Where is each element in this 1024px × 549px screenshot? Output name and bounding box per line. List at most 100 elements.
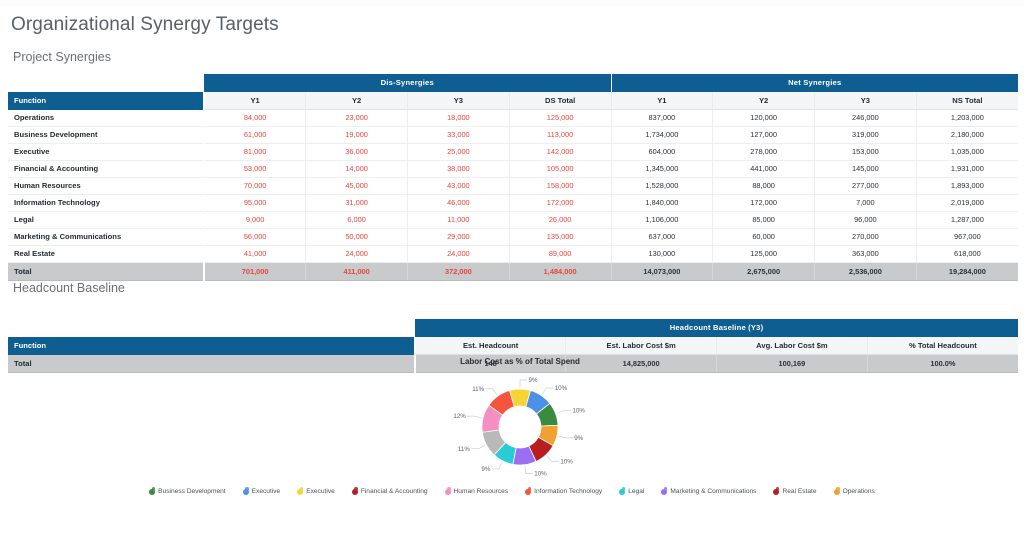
legend-color-dot-icon xyxy=(773,487,780,495)
donut-segment-label: 9% xyxy=(574,435,583,442)
table-cell: 441,000 xyxy=(712,160,815,178)
table-cell: 1,035,000 xyxy=(916,143,1018,161)
table-cell: 2,019,000 xyxy=(916,194,1018,212)
total-cell: 372,000 xyxy=(407,262,510,281)
table-cell: 33,000 xyxy=(407,126,510,144)
column-header-ns-total[interactable]: NS Total xyxy=(916,92,1018,110)
donut-segment-label: 9% xyxy=(529,377,538,384)
column-header-y3[interactable]: Y3 xyxy=(407,92,510,110)
legend-item[interactable]: Legal xyxy=(619,487,645,495)
table-row: Marketing & Communications 56,000 50,000 29… xyxy=(8,228,1018,246)
legend-item[interactable]: Executive xyxy=(297,487,335,495)
table-cell: 31,000 xyxy=(305,194,408,212)
table-cell: 26,000 xyxy=(509,211,612,229)
column-header-y3[interactable]: Y3 xyxy=(814,92,917,110)
table-cell: 1,893,000 xyxy=(916,177,1018,195)
legend-item[interactable]: Business Development xyxy=(149,487,226,495)
table-row: Operations 84,000 23,000 18,000 125,000 837,0… xyxy=(8,109,1018,127)
group-header-dis-synergies: Dis-Synergies xyxy=(204,74,612,92)
column-header-function[interactable]: Function xyxy=(8,337,416,355)
legend-item[interactable]: Operations xyxy=(833,487,875,495)
table-cell: 43,000 xyxy=(407,177,510,195)
donut-segment-label: 10% xyxy=(573,408,586,415)
table-cell: 29,000 xyxy=(407,228,510,246)
table-row: Business Development 61,000 19,000 33,000 11… xyxy=(8,126,1018,144)
table-cell: 277,000 xyxy=(814,177,917,195)
table-cell: 11,000 xyxy=(407,211,510,229)
table-cell: 120,000 xyxy=(712,109,815,127)
table-cell: 56,000 xyxy=(204,228,307,246)
table-cell: 158,000 xyxy=(509,177,612,195)
table-cell: 1,345,000 xyxy=(611,160,714,178)
donut-leader-line xyxy=(541,387,554,395)
column-header-avg-labor-cost-m[interactable]: Avg. Labor Cost $m xyxy=(716,337,868,355)
column-header-est-headcount[interactable]: Est. Headcount xyxy=(415,337,567,355)
legend-item[interactable]: Information Technology xyxy=(525,487,603,495)
donut-leader-line xyxy=(519,379,528,388)
donut-leader-line xyxy=(485,388,498,396)
table-cell: 88,000 xyxy=(712,177,815,195)
total-cell: 701,000 xyxy=(204,262,307,281)
legend-label: Real Estate xyxy=(782,488,817,495)
section-title-project-synergies: Project Synergies xyxy=(13,50,111,64)
column-header-total-headcount[interactable]: % Total Headcount xyxy=(867,337,1019,355)
donut-leader-line xyxy=(471,444,486,450)
table-cell: 246,000 xyxy=(814,109,917,127)
table-cell: 1,734,000 xyxy=(611,126,714,144)
legend-label: Information Technology xyxy=(534,488,603,495)
total-cell: 100.0% xyxy=(867,354,1019,373)
table-row: Information Technology 95,000 31,000 46,000… xyxy=(8,194,1018,212)
donut-leader-line xyxy=(558,435,573,439)
table-cell: 81,000 xyxy=(204,143,307,161)
legend-item[interactable]: Executive xyxy=(242,487,280,495)
donut-wrap: 9% 10% 10% 9% 10% 10% 9% 11% 12% 11% xyxy=(430,369,610,489)
group-header-net-synergies: Net Synergies xyxy=(611,74,1018,92)
section-title-headcount-baseline: Headcount Baseline xyxy=(13,281,125,295)
table-cell: 24,000 xyxy=(305,245,408,263)
donut-segment-label: 11% xyxy=(472,386,484,393)
table-cell: 70,000 xyxy=(204,177,307,195)
table-cell: 278,000 xyxy=(712,143,815,161)
legend-label: Marketing & Communications xyxy=(670,488,757,495)
table-cell: 53,000 xyxy=(204,160,307,178)
donut-segment-label: 10% xyxy=(555,385,568,392)
column-header-ds-total[interactable]: DS Total xyxy=(509,92,612,110)
row-label: Financial & Accounting xyxy=(8,160,205,178)
table-cell: 45,000 xyxy=(305,177,408,195)
row-label: Executive xyxy=(8,143,205,161)
table-row: Financial & Accounting 53,000 14,000 38,000… xyxy=(8,160,1018,178)
row-label: Information Technology xyxy=(8,194,205,212)
table-cell: 96,000 xyxy=(814,211,917,229)
table-cell: 7,000 xyxy=(814,194,917,212)
donut-segment-label: 10% xyxy=(560,459,573,466)
table-cell: 172,000 xyxy=(509,194,612,212)
table-cell: 1,931,000 xyxy=(916,160,1018,178)
legend-label: Financial & Accounting xyxy=(360,488,428,495)
donut-svg: 9% 10% 10% 9% 10% 10% 9% 11% 12% 11% xyxy=(453,377,586,478)
column-header-y2[interactable]: Y2 xyxy=(712,92,815,110)
legend-color-dot-icon xyxy=(351,487,358,495)
legend-item[interactable]: Marketing & Communications xyxy=(661,487,757,495)
chart-legend: Business Development Executive Executive Fi… xyxy=(0,487,1024,495)
legend-item[interactable]: Financial & Accounting xyxy=(351,487,428,495)
table-cell: 363,000 xyxy=(814,245,917,263)
legend-label: Legal xyxy=(628,488,645,495)
table-cell: 105,000 xyxy=(509,160,612,178)
row-label: Human Resources xyxy=(8,177,205,195)
legend-color-dot-icon xyxy=(661,487,668,495)
column-header-y2[interactable]: Y2 xyxy=(305,92,408,110)
project-synergies-table: Dis-Synergies Net Synergies Function Y1 Y2 Y… xyxy=(8,74,1018,281)
table-cell: 142,000 xyxy=(509,143,612,161)
column-header-y1[interactable]: Y1 xyxy=(611,92,714,110)
legend-item[interactable]: Real Estate xyxy=(773,487,817,495)
group-header-spacer xyxy=(8,319,415,337)
legend-label: Business Development xyxy=(158,488,226,495)
donut-segment-label: 10% xyxy=(534,471,547,478)
donut-segment-label: 12% xyxy=(453,413,466,420)
donut-leader-line xyxy=(556,410,572,414)
legend-item[interactable]: Human Resources xyxy=(444,487,508,495)
chart-title: Labor Cost as % of Total Spend xyxy=(460,357,580,366)
column-header-est-labor-cost-m[interactable]: Est. Labor Cost $m xyxy=(565,337,717,355)
column-header-function[interactable]: Function xyxy=(8,92,205,110)
column-header-y1[interactable]: Y1 xyxy=(204,92,307,110)
